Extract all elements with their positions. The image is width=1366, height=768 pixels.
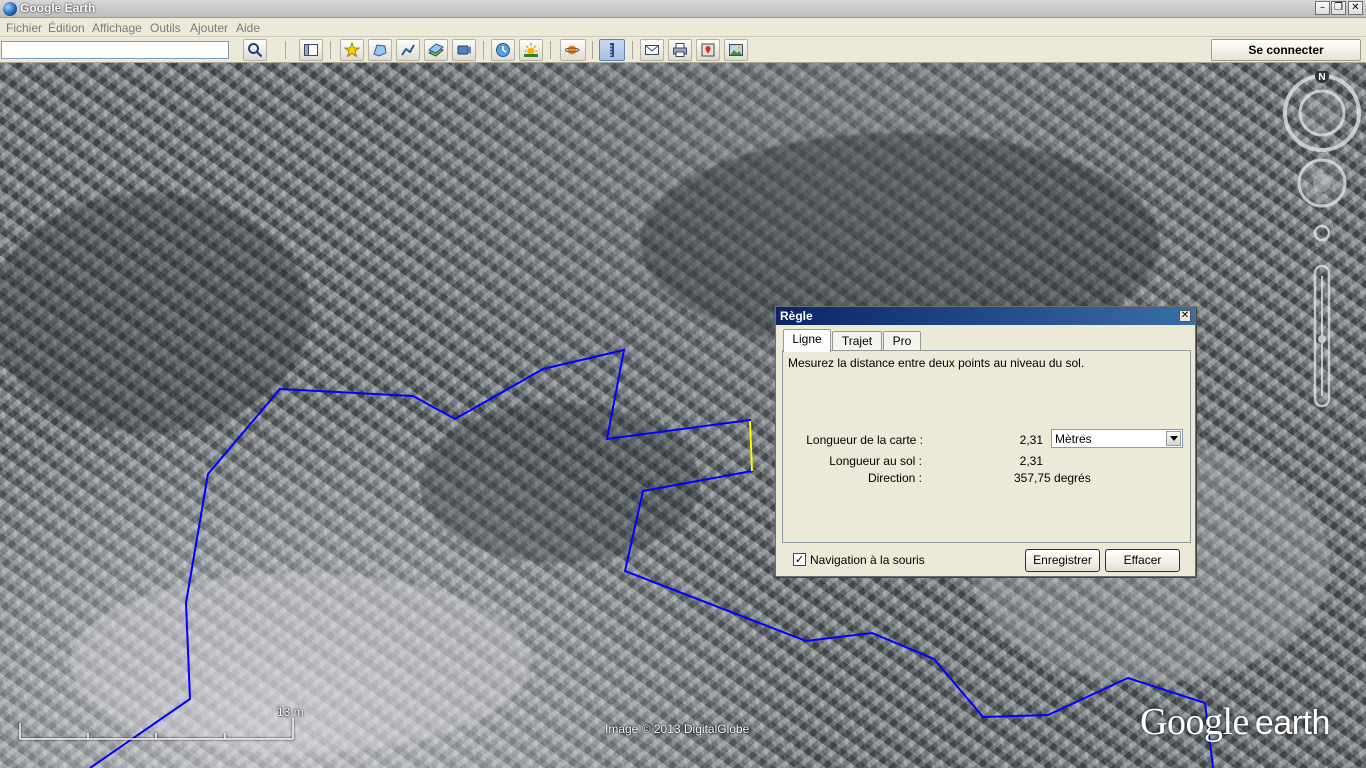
add-polygon-button[interactable]: [368, 39, 392, 61]
menu-outils[interactable]: Outils: [150, 21, 181, 35]
compass-north-label: N: [1318, 72, 1325, 83]
tab-pro[interactable]: Pro: [883, 331, 921, 351]
search-input[interactable]: [1, 41, 229, 59]
sign-in-button[interactable]: Se connecter: [1211, 39, 1361, 61]
overlay-icon: [428, 43, 444, 57]
add-path-button[interactable]: [396, 39, 420, 61]
dialog-close-button[interactable]: ✕: [1179, 310, 1191, 322]
close-button[interactable]: ✕: [1348, 1, 1363, 15]
direction-value: 357,75 degrés: [1014, 471, 1091, 485]
sidebar-toggle-button[interactable]: [299, 39, 323, 61]
window-title: Google Earth: [20, 1, 96, 15]
logo-google: Google: [1140, 701, 1249, 743]
add-placemark-button[interactable]: [340, 39, 364, 61]
polygon-icon: [373, 44, 387, 57]
search-icon: [248, 43, 263, 58]
dialog-title: Règle: [776, 307, 1195, 325]
image-icon: [729, 44, 743, 56]
view-in-maps-button[interactable]: [696, 39, 720, 61]
mouse-navigation-label: Navigation à la souris: [810, 553, 925, 567]
ruler-icon: [610, 43, 614, 57]
print-button[interactable]: [668, 39, 692, 61]
menu-bar: Fichier Édition Affichage Outils Ajouter…: [0, 18, 1366, 37]
map-length-label: Longueur de la carte :: [806, 433, 923, 447]
mouse-navigation-checkbox[interactable]: ✓: [793, 553, 806, 566]
add-overlay-button[interactable]: [424, 39, 448, 61]
ground-length-label: Longueur au sol :: [829, 454, 922, 468]
history-icon: [496, 43, 510, 57]
google-earth-icon: [3, 2, 17, 16]
menu-aide[interactable]: Aide: [236, 21, 260, 35]
search-button[interactable]: [243, 39, 267, 61]
placemark-icon: [344, 42, 360, 58]
google-earth-logo: Google earth: [1140, 700, 1330, 744]
unit-select[interactable]: Mètres: [1051, 429, 1183, 448]
tab-panel: Mesurez la distance entre deux points au…: [782, 350, 1191, 543]
menu-ajouter[interactable]: Ajouter: [190, 21, 228, 35]
menu-fichier[interactable]: Fichier: [6, 21, 42, 35]
scale-label: 13 m: [277, 705, 304, 719]
direction-label: Direction :: [867, 471, 922, 485]
toolbar: Se connecter: [0, 37, 1366, 63]
sunlight-button[interactable]: [519, 39, 543, 61]
tab-ligne[interactable]: Ligne: [783, 329, 831, 352]
ruler-dialog: Règle ✕ Ligne Trajet Pro Mesurez la dist…: [775, 306, 1196, 577]
clear-button[interactable]: Effacer: [1105, 549, 1180, 572]
save-image-button[interactable]: [724, 39, 748, 61]
historical-imagery-button[interactable]: [491, 39, 515, 61]
menu-affichage[interactable]: Affichage: [92, 21, 142, 35]
sidebar-icon: [304, 44, 318, 56]
email-icon: [645, 45, 659, 55]
minimize-button[interactable]: –: [1315, 1, 1330, 15]
planets-icon: [565, 45, 580, 55]
print-icon: [673, 43, 687, 57]
menu-edition[interactable]: Édition: [48, 21, 85, 35]
unit-select-value: Mètres: [1055, 432, 1092, 446]
tour-icon: [457, 45, 471, 55]
email-button[interactable]: [640, 39, 664, 61]
chevron-down-icon[interactable]: [1166, 431, 1181, 446]
record-tour-button[interactable]: [452, 39, 476, 61]
ruler-description: Mesurez la distance entre deux points au…: [788, 356, 1085, 370]
ruler-line: [749, 420, 753, 472]
logo-earth: earth: [1254, 704, 1331, 742]
image-credit: Image © 2013 DigitalGlobe: [605, 722, 750, 736]
tab-trajet[interactable]: Trajet: [832, 331, 882, 351]
maps-icon: [701, 43, 715, 57]
save-button[interactable]: Enregistrer: [1025, 549, 1100, 572]
map-length-value: 2,31: [1019, 433, 1043, 447]
ground-length-value: 2,31: [1019, 454, 1043, 468]
title-bar: Google Earth – ❐ ✕: [0, 0, 1366, 18]
navigation-controls[interactable]: N: [1280, 71, 1364, 416]
planets-button[interactable]: [560, 39, 586, 61]
sun-icon: [524, 43, 538, 57]
ruler-button[interactable]: [599, 39, 625, 61]
path-icon: [401, 44, 415, 56]
restore-button[interactable]: ❐: [1331, 1, 1346, 15]
